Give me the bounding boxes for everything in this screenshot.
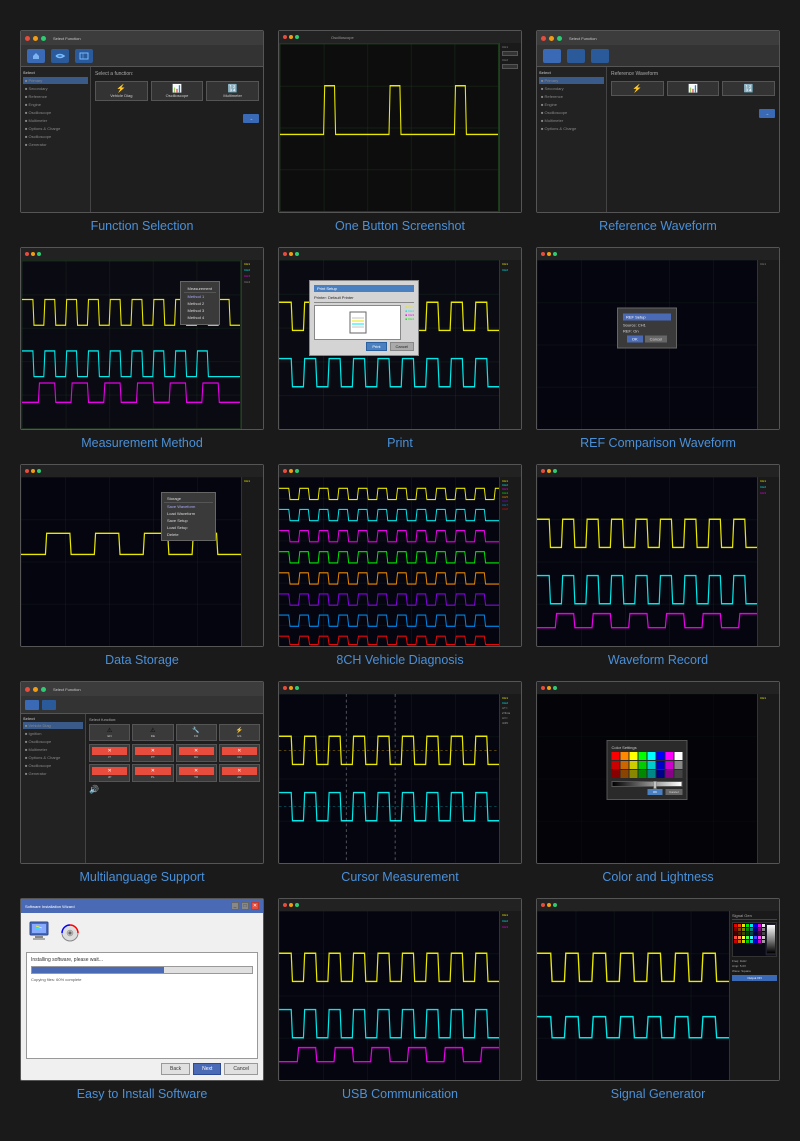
screenshot-function-selection: Select Function (20, 30, 264, 213)
screenshot-signal-generator: Signal Gen (536, 898, 780, 1081)
screenshot-one-button-screenshot: Oscilloscope (278, 30, 522, 213)
screenshot-usb-communication: CH1 CH2 CH3 (278, 898, 522, 1081)
card-ref-comparison: REF Setup Source: CH1 REF: On OK Cancel … (536, 247, 780, 450)
label-signal-generator: Signal Generator (611, 1087, 706, 1101)
label-multilanguage: Multilanguage Support (79, 870, 204, 884)
card-cursor-measurement: CH1 CH2 ΔT= 2.5ms ΔV= 4.0V Cursor Measur… (278, 681, 522, 884)
label-color-lightness: Color and Lightness (602, 870, 713, 884)
card-data-storage: Storage Save Waveform Load Waveform Save… (20, 464, 264, 667)
card-8ch-vehicle: CH1 CH2 CH3 CH4 CH5 CH6 CH7 CH8 8CH Vehi… (278, 464, 522, 667)
screenshot-reference-waveform: Select Function Select ■ Primary ■ Secon… (536, 30, 780, 213)
card-waveform-record: CH1 CH2 CH3 Waveform Record (536, 464, 780, 667)
screenshot-cursor-measurement: CH1 CH2 ΔT= 2.5ms ΔV= 4.0V (278, 681, 522, 864)
label-function-selection: Function Selection (91, 219, 194, 233)
label-easy-install: Easy to Install Software (77, 1087, 208, 1101)
card-function-selection: Select Function (20, 30, 264, 233)
label-ref-comparison: REF Comparison Waveform (580, 436, 736, 450)
label-8ch-vehicle: 8CH Vehicle Diagnosis (336, 653, 463, 667)
card-one-button-screenshot: Oscilloscope (278, 30, 522, 233)
card-print: Print Setup Printer: Default Printer (278, 247, 522, 450)
label-measurement-method: Measurement Method (81, 436, 203, 450)
label-data-storage: Data Storage (105, 653, 179, 667)
screenshot-data-storage: Storage Save Waveform Load Waveform Save… (20, 464, 264, 647)
label-cursor-measurement: Cursor Measurement (341, 870, 458, 884)
card-reference-waveform: Select Function Select ■ Primary ■ Secon… (536, 30, 780, 233)
label-reference-waveform: Reference Waveform (599, 219, 717, 233)
card-easy-install: Software Installation Wizard _ □ ✕ (20, 898, 264, 1101)
feature-grid: Select Function (20, 30, 780, 1101)
card-color-lightness: Color Settings (536, 681, 780, 884)
screenshot-measurement-method: Measurement Method 1 Method 2 Method 3 M… (20, 247, 264, 430)
label-waveform-record: Waveform Record (608, 653, 708, 667)
card-multilanguage: Select Function Select ■ Vehicle Diag ■ … (20, 681, 264, 884)
card-signal-generator: Signal Gen (536, 898, 780, 1101)
screenshot-easy-install: Software Installation Wizard _ □ ✕ (20, 898, 264, 1081)
screenshot-print: Print Setup Printer: Default Printer (278, 247, 522, 430)
card-measurement-method: Measurement Method 1 Method 2 Method 3 M… (20, 247, 264, 450)
label-print: Print (387, 436, 413, 450)
screenshot-waveform-record: CH1 CH2 CH3 (536, 464, 780, 647)
card-usb-communication: CH1 CH2 CH3 USB Communication (278, 898, 522, 1101)
screenshot-multilanguage: Select Function Select ■ Vehicle Diag ■ … (20, 681, 264, 864)
screenshot-color-lightness: Color Settings (536, 681, 780, 864)
label-one-button-screenshot: One Button Screenshot (335, 219, 465, 233)
label-usb-communication: USB Communication (342, 1087, 458, 1101)
screenshot-ref-comparison: REF Setup Source: CH1 REF: On OK Cancel … (536, 247, 780, 430)
screenshot-8ch-vehicle: CH1 CH2 CH3 CH4 CH5 CH6 CH7 CH8 (278, 464, 522, 647)
